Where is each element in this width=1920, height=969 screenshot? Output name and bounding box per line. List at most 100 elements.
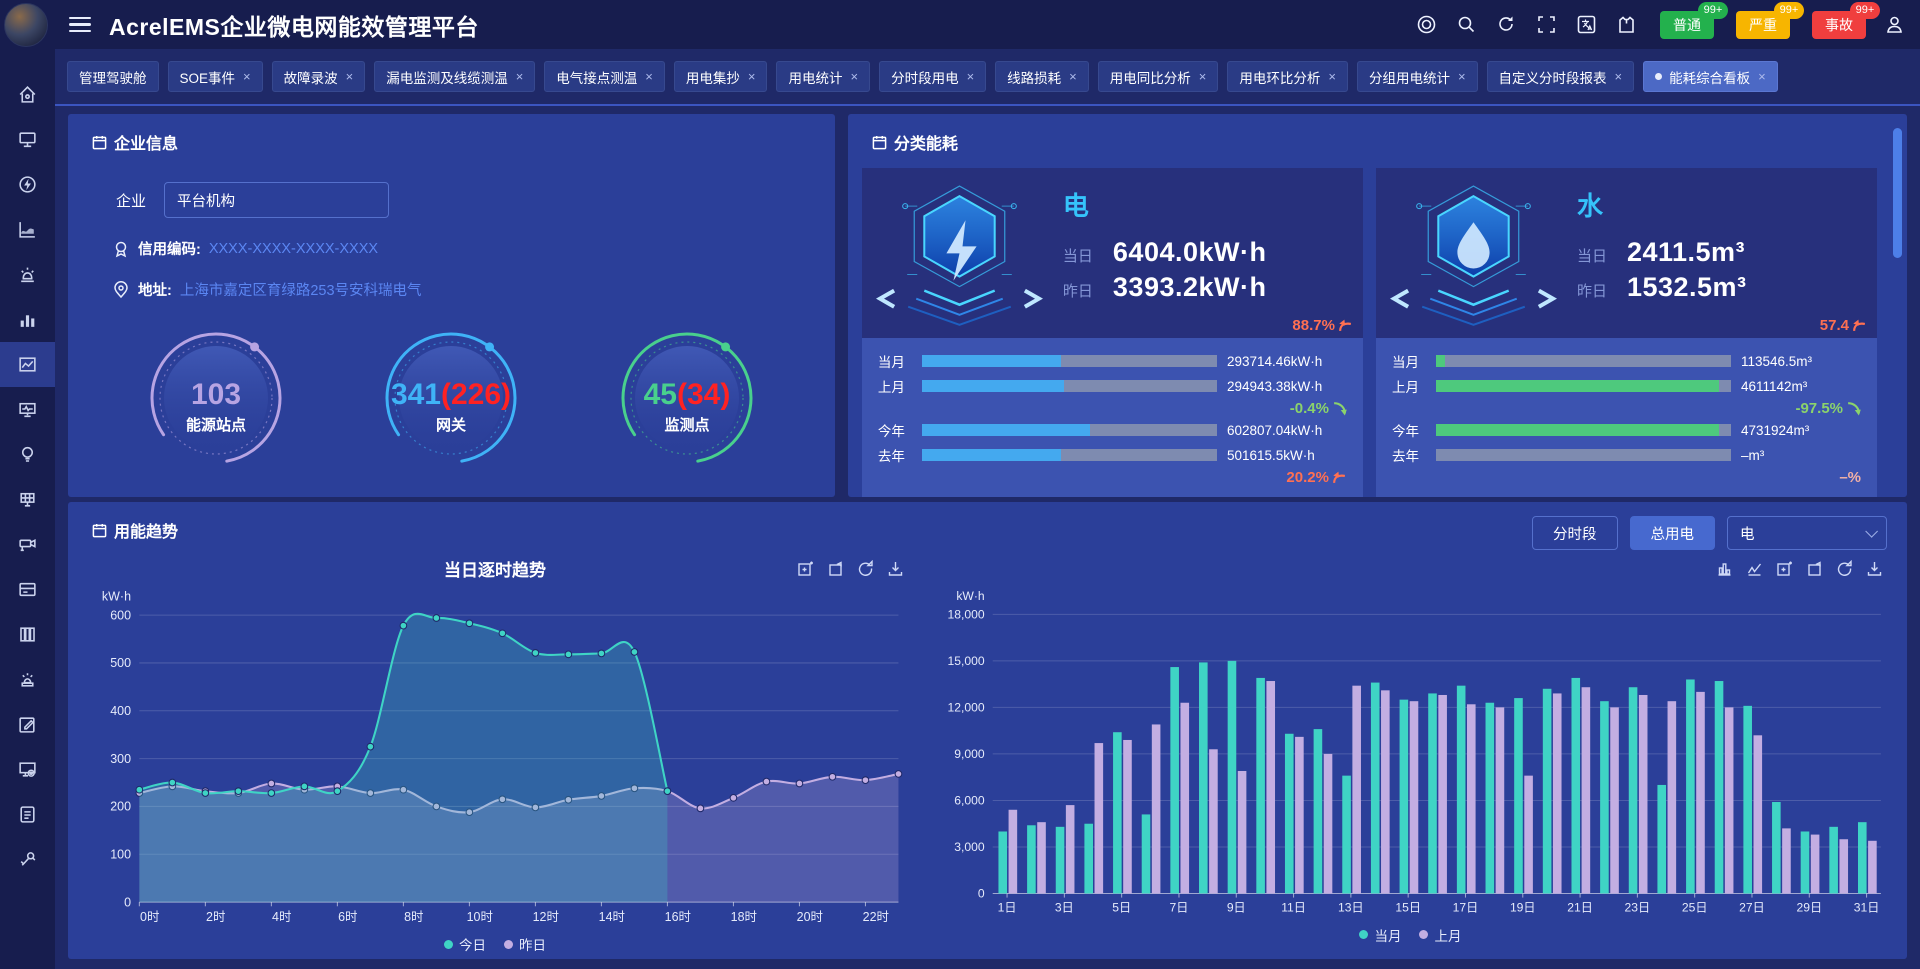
energy-day-row: 当日2411.5m³	[1577, 237, 1867, 268]
tab-close-icon[interactable]: ×	[850, 69, 858, 84]
bar-row-label: 今年	[878, 420, 912, 440]
electricity-hexagon-icon	[872, 178, 1047, 334]
refresh-icon[interactable]	[1836, 560, 1853, 577]
restore-box-icon[interactable]	[1806, 560, 1823, 577]
tab-用电同比分析[interactable]: 用电同比分析 ×	[1098, 61, 1219, 92]
tab-close-icon[interactable]: ×	[516, 69, 524, 84]
zoom-box-icon[interactable]	[797, 560, 814, 577]
trend-controls: 分时段总用电 电	[1532, 516, 1887, 550]
tab-close-icon[interactable]: ×	[346, 69, 354, 84]
bar-row-value: 294943.38kW·h	[1227, 379, 1349, 394]
tab-close-icon[interactable]: ×	[1615, 69, 1623, 84]
sidebar-item-siren[interactable]	[0, 252, 55, 297]
bar-row-label: 去年	[1392, 445, 1426, 465]
tab-漏电监测及线缆测温[interactable]: 漏电监测及线缆测温×	[374, 61, 535, 92]
sidebar-item-alarm-light[interactable]	[0, 657, 55, 702]
sidebar-item-bulb[interactable]	[0, 432, 55, 477]
tab-close-icon[interactable]: ×	[1069, 69, 1077, 84]
month-over-month-percent: -97.5%	[1795, 399, 1861, 417]
sidebar-item-archive[interactable]	[0, 612, 55, 657]
sidebar-item-camera[interactable]	[0, 522, 55, 567]
sidebar-item-home[interactable]	[0, 72, 55, 117]
tab-label: 用电集抄	[686, 67, 740, 87]
sidebar-item-bar-chart[interactable]	[0, 297, 55, 342]
refresh-icon[interactable]	[857, 560, 874, 577]
hamburger-menu-icon[interactable]	[69, 13, 91, 37]
main: AcrelEMS企业微电网能效管理平台 普通99+严重99+事故99+ 管理驾驶…	[55, 0, 1920, 969]
svg-text:14时: 14时	[599, 910, 625, 924]
charts-row: 当日逐时趋势 0100200300400500600kW·h0时2时4时6时8时…	[68, 550, 1907, 959]
download-icon[interactable]	[887, 560, 904, 577]
energy-type-select[interactable]: 电	[1727, 516, 1887, 550]
bar-fill	[922, 449, 1061, 461]
download-icon[interactable]	[1866, 560, 1883, 577]
tab-能耗综合看板[interactable]: 能耗综合看板×	[1643, 61, 1778, 92]
tab-close-icon[interactable]: ×	[1328, 69, 1336, 84]
tab-自定义分时段报表[interactable]: 自定义分时段报表×	[1487, 61, 1635, 92]
pc-gear-icon	[17, 759, 38, 780]
alarm-badge-0[interactable]: 普通99+	[1660, 11, 1714, 39]
alarm-badge-2[interactable]: 事故99+	[1812, 11, 1866, 39]
legend-item-今日[interactable]: 今日	[444, 934, 486, 954]
trend-button-总用电[interactable]: 总用电	[1630, 516, 1716, 550]
search-icon[interactable]	[1454, 13, 1478, 37]
scrollbar-thumb[interactable]	[1893, 128, 1902, 258]
svg-text:0: 0	[978, 887, 985, 901]
company-form: 企业 平台机构	[116, 182, 835, 218]
sidebar-item-line-chart[interactable]	[0, 342, 55, 387]
sidebar-item-edit[interactable]	[0, 702, 55, 747]
svg-text:17日: 17日	[1453, 901, 1479, 915]
line-switch-icon[interactable]	[1746, 560, 1763, 577]
tab-close-icon[interactable]: ×	[1758, 69, 1766, 84]
tab-close-icon[interactable]: ×	[967, 69, 975, 84]
tab-SOE事件[interactable]: SOE事件×	[168, 61, 263, 92]
sidebar-item-card-panel[interactable]	[0, 567, 55, 612]
tab-close-icon[interactable]: ×	[645, 69, 653, 84]
tab-close-icon[interactable]: ×	[1458, 69, 1466, 84]
tab-故障录波[interactable]: 故障录波×	[272, 61, 366, 92]
sidebar-item-area-chart[interactable]	[0, 207, 55, 252]
about-icon[interactable]	[1414, 13, 1438, 37]
tab-close-icon[interactable]: ×	[1199, 69, 1207, 84]
legend-dot	[1419, 930, 1428, 939]
trend-panel-title: 用能趋势	[68, 502, 178, 542]
tab-用电集抄[interactable]: 用电集抄 ×	[674, 61, 768, 92]
tab-线路损耗[interactable]: 线路损耗×	[995, 61, 1089, 92]
bar-switch-icon[interactable]	[1716, 560, 1733, 577]
tab-电气接点测温[interactable]: 电气接点测温×	[544, 61, 665, 92]
svg-text:27日: 27日	[1739, 901, 1765, 915]
legend-label: 昨日	[519, 934, 546, 954]
company-select[interactable]: 平台机构	[164, 182, 389, 218]
theme-icon[interactable]	[1614, 13, 1638, 37]
alarm-badge-1[interactable]: 严重99+	[1736, 11, 1790, 39]
fullscreen-icon[interactable]	[1534, 13, 1558, 37]
tab-管理驾驶舱[interactable]: 管理驾驶舱	[67, 61, 159, 92]
translate-icon[interactable]	[1574, 13, 1598, 37]
svg-text:0时: 0时	[140, 910, 159, 924]
tab-分组用电统计[interactable]: 分组用电统计×	[1357, 61, 1478, 92]
legend-item-昨日[interactable]: 昨日	[504, 934, 546, 954]
tab-用电统计[interactable]: 用电统计×	[776, 61, 870, 92]
legend-item-当月[interactable]: 当月	[1359, 925, 1401, 945]
tab-label: 用电同比分析	[1110, 67, 1191, 87]
tab-close-icon[interactable]: ×	[243, 69, 251, 84]
tab-close-icon[interactable]: ×	[748, 69, 756, 84]
sidebar-item-monitor[interactable]	[0, 117, 55, 162]
sidebar-item-pc-gear[interactable]	[0, 747, 55, 792]
sidebar-item-monitor-pulse[interactable]	[0, 387, 55, 432]
restore-box-icon[interactable]	[827, 560, 844, 577]
sidebar-item-energy[interactable]	[0, 162, 55, 207]
zoom-box-icon[interactable]	[1776, 560, 1793, 577]
sidebar-item-document[interactable]	[0, 792, 55, 837]
sidebar-item-tools[interactable]	[0, 837, 55, 882]
tab-用电环比分析[interactable]: 用电环比分析×	[1227, 61, 1348, 92]
refresh-icon[interactable]	[1494, 13, 1518, 37]
avatar[interactable]	[4, 3, 48, 47]
sidebar-item-solar-panel[interactable]	[0, 477, 55, 522]
tools-icon	[17, 849, 38, 870]
user-icon[interactable]	[1882, 13, 1906, 37]
legend-item-上月[interactable]: 上月	[1419, 925, 1461, 945]
tab-分时段用电[interactable]: 分时段用电×	[879, 61, 986, 92]
trend-button-分时段[interactable]: 分时段	[1532, 516, 1618, 550]
svg-text:9日: 9日	[1227, 901, 1246, 915]
